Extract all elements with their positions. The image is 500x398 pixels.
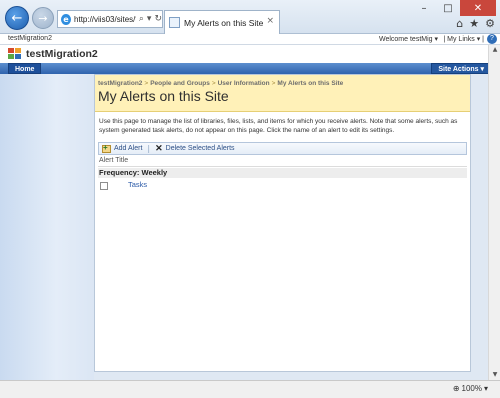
page-description: Use this page to manage the list of libr…: [99, 118, 458, 134]
add-alert-button[interactable]: Add Alert: [102, 143, 143, 153]
back-arrow-icon: ←: [11, 10, 23, 26]
breadcrumb-separator: >: [144, 80, 149, 87]
alert-title-column-header: Alert Title: [98, 157, 467, 167]
top-site-link[interactable]: testMigration2: [8, 35, 52, 42]
add-alert-icon: [102, 143, 111, 153]
delete-selected-button[interactable]: ✕ Delete Selected Alerts: [155, 143, 234, 154]
alerts-toolbar: Add Alert | ✕ Delete Selected Alerts: [98, 142, 467, 155]
maximize-button[interactable]: □: [436, 0, 460, 16]
my-links-menu[interactable]: | My Links ▾ |: [443, 35, 484, 43]
ie-page-icon: e: [61, 13, 72, 25]
zoom-icon: ⊕: [452, 384, 460, 393]
breadcrumb: testMigration2 > People and Groups > User In…: [98, 80, 343, 87]
vertical-scrollbar[interactable]: ▲ ▼: [488, 45, 500, 380]
breadcrumb-item[interactable]: People and Groups: [150, 80, 210, 87]
alert-title-link[interactable]: Tasks: [128, 180, 147, 189]
scroll-up-arrow-icon[interactable]: ▲: [489, 45, 500, 55]
page-favicon-icon: [169, 17, 180, 28]
left-navigation-pane: [0, 74, 94, 380]
address-dropdown-icon[interactable]: ▾: [147, 14, 152, 24]
zoom-control[interactable]: ⊕ 100% ▾: [453, 384, 488, 393]
delete-selected-label: Delete Selected Alerts: [165, 145, 235, 152]
scroll-down-arrow-icon[interactable]: ▼: [489, 370, 500, 380]
breadcrumb-separator: >: [211, 80, 216, 87]
site-logo-icon: [8, 48, 21, 60]
breadcrumb-current: My Alerts on this Site: [277, 80, 344, 87]
tab-title: My Alerts on this Site: [184, 17, 264, 28]
window-controls: – □ ✕: [412, 0, 496, 16]
sharepoint-global-bar: testMigration2 Welcome testMig ▾ | My Li…: [0, 34, 500, 45]
close-tab-icon[interactable]: ×: [266, 16, 274, 26]
site-header: testMigration2: [0, 45, 500, 63]
browser-tools: ⌂ ★ ⚙: [456, 17, 495, 30]
page-title-area: testMigration2 > People and Groups > User In…: [95, 75, 470, 112]
zoom-dropdown-icon[interactable]: ▾: [484, 384, 488, 393]
top-navigation: Home Site Actions ▾: [0, 63, 500, 74]
site-title[interactable]: testMigration2: [26, 48, 98, 60]
breadcrumb-separator: >: [271, 80, 276, 87]
welcome-menu[interactable]: Welcome testMig ▾: [379, 35, 438, 43]
delete-x-icon: ✕: [155, 143, 163, 153]
main-content: testMigration2 > People and Groups > User In…: [94, 74, 471, 372]
browser-status-bar: ⊕ 100% ▾: [0, 380, 500, 398]
alert-select-checkbox[interactable]: [100, 182, 108, 190]
zoom-level: 100%: [461, 384, 482, 393]
help-icon[interactable]: ?: [487, 34, 497, 44]
close-window-button[interactable]: ✕: [460, 0, 496, 16]
toolbar-separator: |: [147, 144, 151, 153]
browser-toolbar: ← → e http://viis03/sites/testl ⌕ ▾ ↻ My…: [0, 0, 500, 34]
address-text[interactable]: http://viis03/sites/testl: [74, 15, 136, 24]
page-title: My Alerts on this Site: [98, 88, 229, 104]
home-icon[interactable]: ⌂: [456, 17, 463, 30]
site-actions-menu[interactable]: Site Actions ▾: [431, 63, 491, 74]
back-button[interactable]: ←: [5, 6, 29, 30]
favorites-star-icon[interactable]: ★: [469, 17, 479, 30]
forward-button[interactable]: →: [32, 7, 54, 29]
frequency-group-header: Frequency: Weekly: [98, 168, 467, 178]
add-alert-label: Add Alert: [114, 145, 143, 152]
nav-home-tab[interactable]: Home: [8, 63, 42, 74]
breadcrumb-item[interactable]: testMigration2: [98, 80, 142, 87]
forward-arrow-icon: →: [38, 11, 48, 25]
breadcrumb-item[interactable]: User Information: [218, 80, 270, 87]
gear-icon[interactable]: ⚙: [485, 17, 495, 30]
minimize-button[interactable]: –: [412, 0, 436, 16]
refresh-icon[interactable]: ↻: [154, 14, 162, 24]
browser-tab[interactable]: My Alerts on this Site ×: [164, 10, 280, 34]
table-row: Tasks: [98, 180, 467, 192]
address-bar[interactable]: e http://viis03/sites/testl ⌕ ▾ ↻: [57, 10, 163, 28]
search-icon[interactable]: ⌕: [139, 14, 144, 24]
